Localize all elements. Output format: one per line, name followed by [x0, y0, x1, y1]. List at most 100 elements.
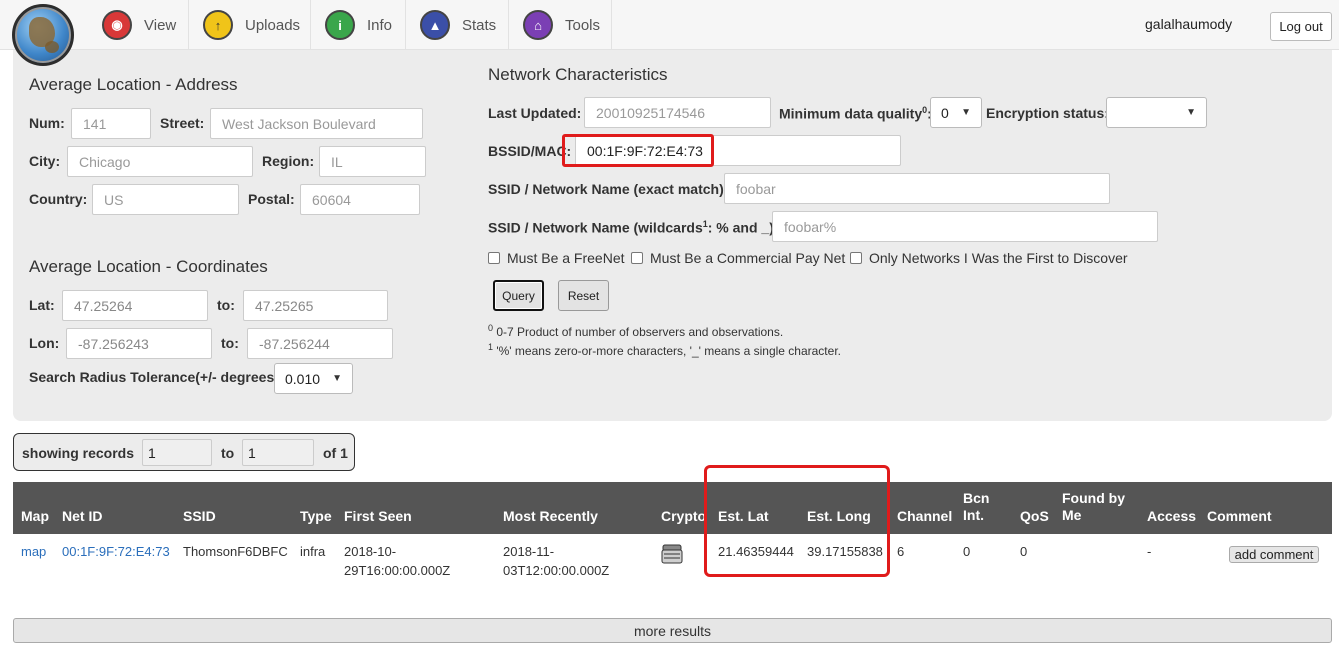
postal-input[interactable]: 60604	[300, 184, 420, 215]
encryption-label: Encryption status:	[986, 105, 1109, 121]
lat-label: Lat:	[29, 297, 55, 313]
nav-view[interactable]: ◉ View	[88, 0, 189, 50]
col-map[interactable]: Map	[21, 508, 49, 525]
lat-from-input[interactable]: 47.25264	[62, 290, 208, 321]
col-est-long[interactable]: Est. Long	[807, 508, 871, 525]
add-comment-button[interactable]: add comment	[1229, 546, 1319, 563]
last-updated-label: Last Updated:	[488, 105, 582, 121]
nav-view-label: View	[144, 16, 177, 34]
num-input[interactable]: 141	[71, 108, 151, 139]
footnote-quality: 0 0-7 Product of number of observers and…	[488, 323, 784, 339]
row-netid-link[interactable]: 00:1F:9F:72:E4:73	[62, 542, 170, 561]
view-icon: ◉	[102, 10, 132, 40]
bssid-label: BSSID/MAC:	[488, 143, 572, 159]
username: galalhaumody	[1145, 16, 1233, 32]
row-est-lat: 21.46359444	[718, 544, 794, 559]
more-results-button[interactable]: more results	[13, 618, 1332, 643]
nav-info[interactable]: i Info	[311, 0, 406, 50]
chevron-down-icon: ▼	[961, 107, 971, 118]
col-netid[interactable]: Net ID	[62, 508, 102, 525]
min-quality-select[interactable]: 0 ▼	[930, 97, 982, 128]
records-pager: showing records 1 to 1 of 1	[13, 433, 355, 471]
query-button[interactable]: Query	[493, 280, 544, 311]
first-discover-checkbox[interactable]: Only Networks I Was the First to Discove…	[850, 250, 1128, 266]
stats-icon: ▲	[420, 10, 450, 40]
col-bcn-int[interactable]: Bcn Int.	[963, 490, 1003, 524]
row-map-link[interactable]: map	[21, 542, 46, 561]
nav-uploads[interactable]: ↑ Uploads	[189, 0, 311, 50]
country-input[interactable]: US	[92, 184, 239, 215]
info-icon: i	[325, 10, 355, 40]
col-channel[interactable]: Channel	[897, 508, 952, 525]
region-input[interactable]: IL	[319, 146, 426, 177]
nav-stats[interactable]: ▲ Stats	[406, 0, 509, 50]
showing-records-label: showing records	[22, 445, 135, 461]
row-qos: 0	[1020, 544, 1028, 559]
city-label: City:	[29, 153, 61, 169]
country-label: Country:	[29, 191, 88, 207]
commercial-checkbox[interactable]: Must Be a Commercial Pay Net	[631, 250, 845, 266]
col-est-lat[interactable]: Est. Lat	[718, 508, 769, 525]
commercial-checkbox-label: Must Be a Commercial Pay Net	[650, 250, 846, 266]
col-most-recently[interactable]: Most Recently	[503, 508, 598, 525]
col-type[interactable]: Type	[300, 508, 332, 525]
city-input[interactable]: Chicago	[67, 146, 253, 177]
lon-label: Lon:	[29, 335, 60, 351]
min-quality-label: Minimum data quality0:	[779, 105, 932, 122]
col-crypto[interactable]: Crypto	[661, 508, 706, 525]
globe-icon[interactable]	[12, 4, 74, 66]
records-to-input[interactable]: 1	[242, 439, 314, 466]
lon-to-input[interactable]: -87.256244	[247, 328, 393, 359]
row-ssid: ThomsonF6DBFC	[183, 544, 288, 559]
radius-select[interactable]: 0.010 ▼	[274, 363, 353, 394]
ssid-wildcard-input[interactable]: foobar%	[772, 211, 1158, 242]
row-type: infra	[300, 544, 326, 559]
chevron-down-icon: ▼	[332, 373, 342, 384]
row-bcn-int: 0	[963, 544, 971, 559]
logout-button[interactable]: Log out	[1270, 12, 1332, 41]
checkbox-box[interactable]	[631, 252, 643, 264]
records-to-label: to	[221, 445, 235, 461]
results-table-header: Map Net ID SSID Type First Seen Most Rec…	[13, 482, 1332, 534]
footnote-wildcards: 1 '%' means zero-or-more characters, '_'…	[488, 342, 841, 358]
records-total-label: of 1	[323, 445, 348, 461]
first-discover-checkbox-label: Only Networks I Was the First to Discove…	[869, 250, 1128, 266]
col-first-seen[interactable]: First Seen	[344, 508, 412, 525]
ssid-exact-input[interactable]: foobar	[724, 173, 1110, 204]
col-access[interactable]: Access	[1147, 508, 1196, 525]
row-est-long: 39.17155838	[807, 544, 883, 559]
coordinates-section-title: Average Location - Coordinates	[29, 257, 268, 276]
chevron-down-icon: ▼	[1186, 107, 1196, 118]
encryption-select[interactable]: ▼	[1106, 97, 1207, 128]
lat-to-label: to:	[217, 297, 235, 313]
col-ssid[interactable]: SSID	[183, 508, 216, 525]
lon-from-input[interactable]: -87.256243	[66, 328, 212, 359]
upload-icon: ↑	[203, 10, 233, 40]
row-access: -	[1147, 544, 1152, 559]
records-from-input[interactable]: 1	[142, 439, 212, 466]
nav-tools-label: Tools	[565, 16, 601, 34]
col-qos[interactable]: QoS	[1020, 508, 1049, 525]
checkbox-box[interactable]	[488, 252, 500, 264]
top-navigation-bar: ◉ View ↑ Uploads i Info ▲ Stats ⌂ Tools …	[0, 0, 1339, 50]
nav-tools[interactable]: ⌂ Tools	[509, 0, 612, 50]
row-first-seen: 2018-10-29T16:00:00.000Z	[344, 544, 451, 578]
lon-to-label: to:	[221, 335, 239, 351]
checkbox-box[interactable]	[850, 252, 862, 264]
radius-label: Search Radius Tolerance(+/- degrees):	[29, 369, 284, 385]
radius-value: 0.010	[285, 370, 321, 387]
region-label: Region:	[262, 153, 315, 169]
lat-to-input[interactable]: 47.25265	[243, 290, 388, 321]
ssid-wildcard-label: SSID / Network Name (wildcards1: % and _…	[488, 219, 779, 236]
col-comment[interactable]: Comment	[1207, 508, 1272, 525]
col-found-by-me[interactable]: Found by Me	[1062, 490, 1132, 524]
row-channel: 6	[897, 544, 905, 559]
reset-button[interactable]: Reset	[558, 280, 609, 311]
freenet-checkbox[interactable]: Must Be a FreeNet	[488, 250, 625, 266]
bssid-input[interactable]: 00:1F:9F:72:E4:73	[575, 135, 901, 166]
last-updated-input[interactable]: 20010925174546	[584, 97, 771, 128]
postal-label: Postal:	[248, 191, 295, 207]
street-input[interactable]: West Jackson Boulevard	[210, 108, 423, 139]
address-section-title: Average Location - Address	[29, 75, 238, 94]
row-most-recently: 2018-11-03T12:00:00.000Z	[503, 544, 610, 578]
